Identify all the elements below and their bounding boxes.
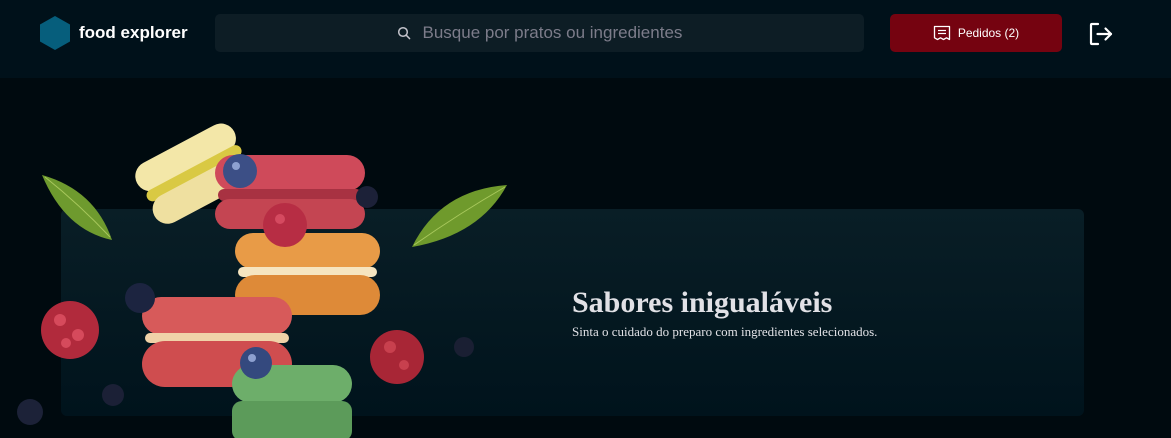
search-input[interactable] — [422, 23, 683, 43]
macarons-image — [17, 123, 507, 438]
brand-logo[interactable]: food explorer — [40, 16, 188, 50]
receipt-icon — [933, 25, 950, 41]
banner-title: Sabores inigualáveis — [572, 286, 833, 319]
banner-content: Sabores inigualáveis Sinta o cuidado do … — [572, 286, 1052, 340]
brand-name: food explorer — [79, 23, 188, 42]
search-icon — [397, 26, 410, 40]
sign-out-icon[interactable] — [1088, 21, 1114, 47]
banner-subtitle: Sinta o cuidado do preparo com ingredien… — [572, 324, 878, 339]
hexagon-logo-icon — [40, 16, 70, 50]
app-header: food explorer Pedidos (2) — [0, 0, 1171, 78]
search-bar[interactable] — [215, 14, 864, 52]
orders-button-label: Pedidos (2) — [957, 26, 1020, 40]
orders-button[interactable]: Pedidos (2) — [890, 14, 1062, 52]
